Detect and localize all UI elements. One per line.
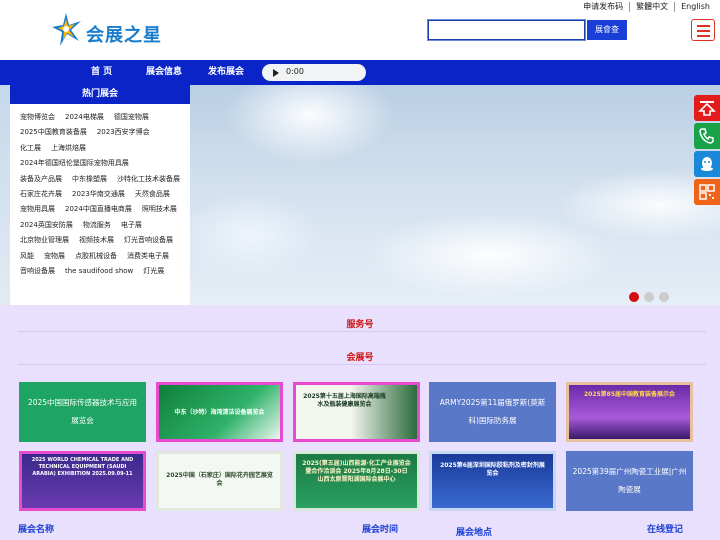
qrcode-button[interactable] [694, 179, 720, 205]
hot-fair-link[interactable]: 化工展 [20, 141, 41, 156]
fair-card[interactable]: 2025中国国际传感器技术与应用展览会 [19, 382, 146, 442]
fair-card-caption: 2025第85届中国教育装备展示会 [583, 391, 676, 398]
audio-player[interactable]: 0:00 [262, 64, 366, 81]
carousel-dot[interactable] [659, 292, 669, 302]
hot-fair-link[interactable]: 北京物业管理展 [20, 233, 69, 248]
hot-fair-link[interactable]: 2024电梯展 [65, 110, 104, 125]
hot-fair-link[interactable]: 宠物博览会 [20, 110, 55, 125]
fair-card[interactable]: 2025第6届深圳国际胶粘剂及密封剂展览会 [429, 451, 556, 511]
hot-fair-link[interactable]: 物流服务 [83, 218, 111, 233]
phone-button[interactable] [694, 123, 720, 149]
footer-fair-time[interactable]: 展会时间 [362, 522, 398, 535]
fair-card[interactable]: 2025(第五届)山西能源·化工产业展览会暨合作洽谈会 2025年8月28日-3… [293, 451, 420, 511]
hot-fair-link[interactable]: 音响设备展 [20, 264, 55, 279]
hot-fair-link[interactable]: 沙特化工技术装备展 [117, 172, 180, 187]
fair-card[interactable]: 2025第39届广州陶瓷工业展|广州陶瓷展 [566, 451, 693, 511]
menu-icon [697, 35, 710, 37]
english-link[interactable]: English [675, 2, 716, 12]
hot-fair-link[interactable]: 2024年德国纽伦堡国际宠物用具展 [20, 156, 129, 171]
fair-card[interactable]: ARMY2025第11届俄罗斯(莫斯科)国际防务展 [429, 382, 556, 442]
fair-card[interactable]: 中东（沙特）海湾清洁设备展览会 [156, 382, 283, 442]
carousel-dots [629, 292, 669, 302]
play-icon[interactable] [273, 69, 279, 77]
fair-card-title: 2025中国国际传感器技术与应用展览会 [27, 398, 138, 425]
hot-fair-link[interactable]: 灯光展 [143, 264, 164, 279]
top-links: 申请发布码 繁體中文 English [577, 2, 716, 12]
hot-fair-link[interactable]: 石家庄花卉展 [20, 187, 62, 202]
apply-code-link[interactable]: 申请发布码 [577, 2, 631, 12]
hot-fair-link[interactable]: 灯光音响设备展 [124, 233, 173, 248]
hot-fair-link[interactable]: 宠物展 [44, 249, 65, 264]
hot-fair-link[interactable]: 视频技术展 [79, 233, 114, 248]
hot-fair-link[interactable]: 照明技术展 [142, 202, 177, 217]
nav-home[interactable]: 首 页 [91, 60, 112, 85]
hero-banner[interactable] [190, 85, 720, 305]
hot-fair-link[interactable]: 2025中国教育装备展 [20, 125, 87, 140]
qrcode-icon [699, 184, 715, 200]
back-to-top-button[interactable] [694, 95, 720, 121]
footer-online-register[interactable]: 在线登记 [647, 522, 683, 535]
hot-fairs-list: 宠物博览会 2024电梯展 德国宠物展 2025中国教育装备展 2023西安字博会化工展… [10, 104, 190, 279]
hot-fair-link[interactable]: the saudifood show [65, 264, 133, 279]
hot-fair-link[interactable]: 上海烘焙展 [51, 141, 86, 156]
fair-card[interactable]: 2025 WORLD CHEMICAL TRADE AND TECHNICAL … [19, 451, 146, 511]
fair-card-title: ARMY2025第11届俄罗斯(莫斯科)国际防务展 [439, 398, 546, 425]
hot-fair-link[interactable]: 2023西安字博会 [97, 125, 150, 140]
hot-fair-link[interactable]: 电子展 [121, 218, 142, 233]
fair-card[interactable]: 2025第十五届上海国际高端瓶水及瓶装健康展览会 [293, 382, 420, 442]
hot-fair-link[interactable]: 德国宠物展 [114, 110, 149, 125]
divider [18, 331, 706, 332]
hot-fair-link[interactable]: 点胶机械设备 [75, 249, 117, 264]
hot-fair-link[interactable]: 2024英国安防展 [20, 218, 73, 233]
hot-fair-link[interactable]: 2024中国直播电商展 [65, 202, 132, 217]
fair-card-caption: 2025第十五届上海国际高端瓶水及瓶装健康展览会 [303, 393, 386, 408]
qq-icon [701, 157, 713, 171]
hot-fair-link[interactable]: 风能 [20, 249, 34, 264]
fair-card-caption: 2025(第五届)山西能源·化工产业展览会暨合作洽谈会 2025年8月28日-3… [302, 460, 411, 483]
search-input[interactable] [427, 19, 586, 41]
logo-text[interactable]: 会展之星 [86, 21, 162, 47]
fair-account-title[interactable]: 会展号 [0, 350, 720, 363]
nav-exhibition-info[interactable]: 展会信息 [146, 60, 182, 85]
search-button[interactable]: 展會查 [587, 20, 627, 40]
hot-fairs-panel: 热门展会 宠物博览会 2024电梯展 德国宠物展 2025中国教育装备展 2023西安字… [10, 85, 190, 305]
hot-fair-link[interactable]: 消费类电子展 [127, 249, 169, 264]
hot-fair-link[interactable]: 中东橡塑展 [72, 172, 107, 187]
audio-time: 0:00 [286, 67, 304, 76]
nav-publish-exhibition[interactable]: 发布展会 [208, 60, 244, 85]
fair-card-caption: 中东（沙特）海湾清洁设备展览会 [174, 409, 265, 416]
fair-card-caption: 2025第6届深圳国际胶粘剂及密封剂展览会 [440, 462, 545, 477]
traditional-chinese-link[interactable]: 繁體中文 [630, 2, 676, 12]
carousel-dot[interactable] [629, 292, 639, 302]
qq-button[interactable] [694, 151, 720, 177]
hot-fair-link[interactable]: 天然食品展 [135, 187, 170, 202]
hot-fair-link[interactable]: 宠物用具展 [20, 202, 55, 217]
footer-fair-location[interactable]: 展会地点 [456, 525, 492, 538]
menu-button[interactable] [691, 19, 715, 41]
fair-card[interactable]: 2025中国（石家庄）国际花卉园艺展览会 [156, 451, 283, 511]
fair-card[interactable]: 2025第85届中国教育装备展示会 [566, 382, 693, 442]
hot-fairs-title: 热门展会 [10, 85, 190, 104]
carousel-dot[interactable] [644, 292, 654, 302]
header: 会展之星 申请发布码 繁體中文 English 展會查 [0, 0, 720, 60]
hot-fair-link[interactable]: 2023华南交通展 [72, 187, 125, 202]
menu-icon [697, 30, 710, 32]
fair-card-title: 2025第39届广州陶瓷工业展|广州陶瓷展 [572, 467, 687, 494]
fair-card-caption: 2025 WORLD CHEMICAL TRADE AND TECHNICAL … [31, 457, 134, 477]
menu-icon [697, 25, 710, 27]
fair-card-caption: 2025中国（石家庄）国际花卉园艺展览会 [166, 472, 273, 487]
footer-fair-name[interactable]: 展会名称 [18, 522, 54, 535]
phone-icon [699, 128, 714, 144]
service-account-title[interactable]: 服务号 [0, 317, 720, 330]
top-icon [698, 101, 716, 116]
divider [18, 364, 706, 365]
hot-fair-link[interactable]: 装备及产品展 [20, 172, 62, 187]
